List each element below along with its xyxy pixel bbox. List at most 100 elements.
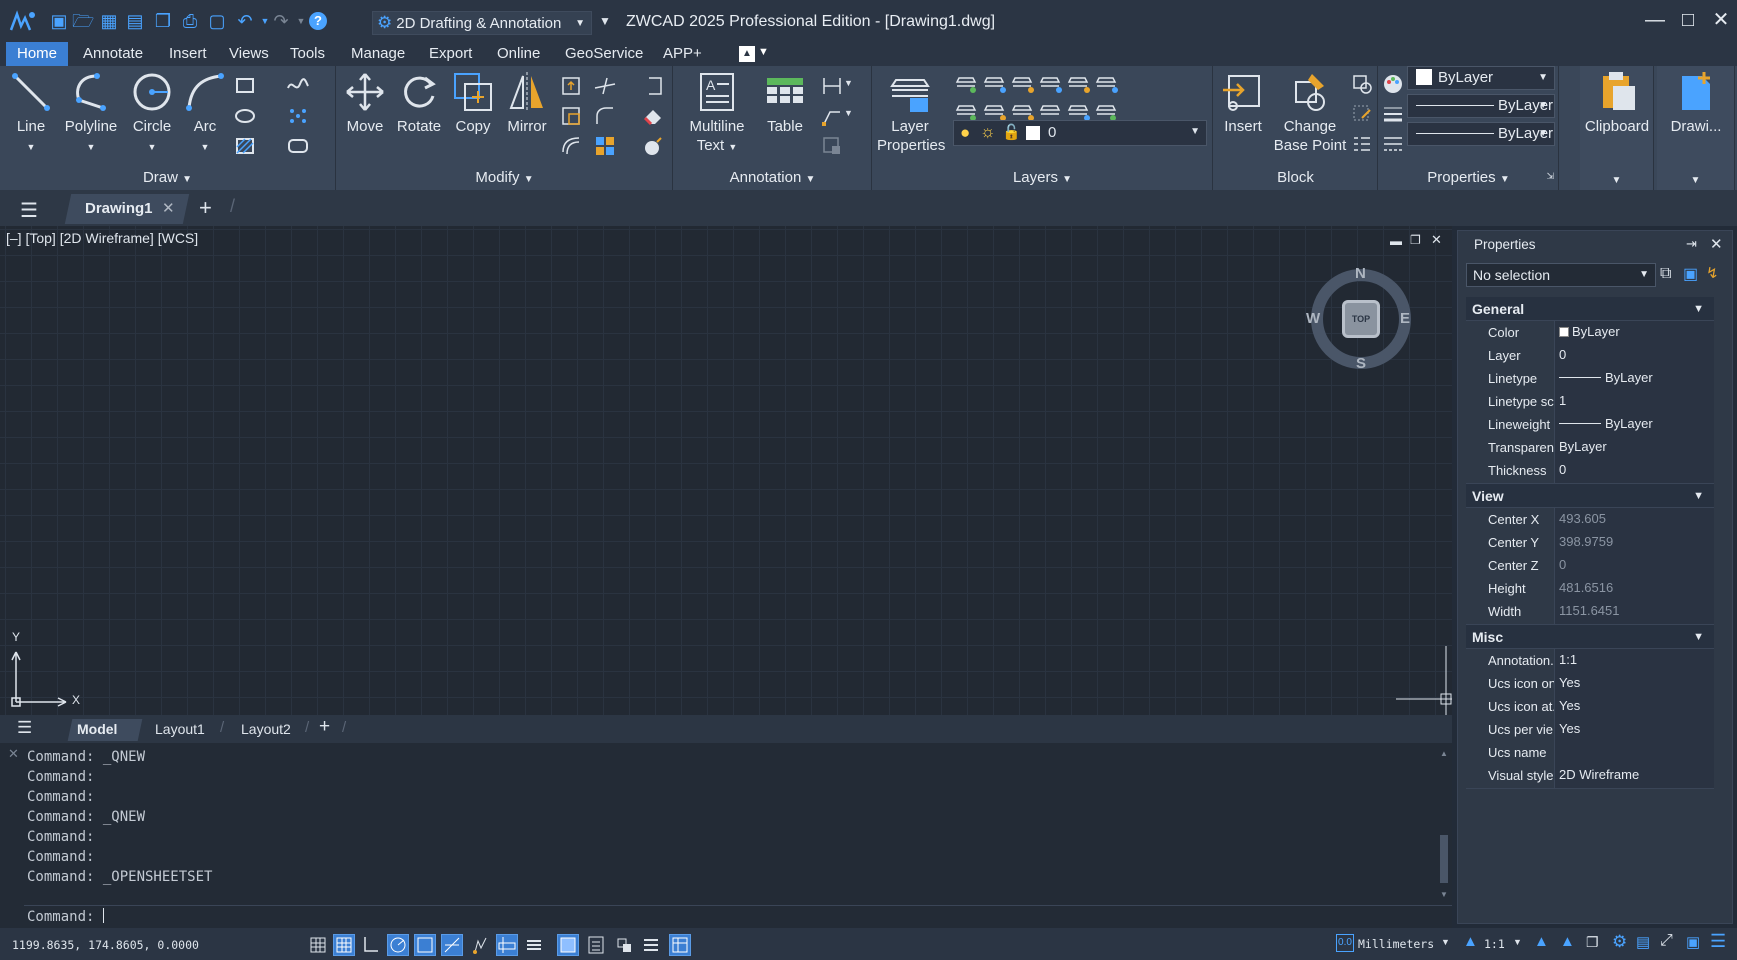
multiline-text-button[interactable]: A Multiline Text ▼	[682, 70, 752, 157]
select-objects-icon[interactable]: ▣	[1683, 264, 1698, 284]
selection-dropdown[interactable]: No selection ▼	[1466, 263, 1656, 287]
clean-screen-icon[interactable]: ⤢	[1660, 932, 1673, 950]
block-attributes-icon[interactable]	[1350, 132, 1374, 156]
mirror-button[interactable]: Mirror	[501, 70, 553, 136]
quick-properties-toggle-icon[interactable]	[585, 934, 607, 956]
open-folder-icon[interactable]: 🗁	[72, 10, 94, 32]
hatch-icon[interactable]	[234, 134, 258, 158]
prop-row-layer[interactable]: Layer 0	[1466, 344, 1714, 369]
prop-value[interactable]: Yes	[1554, 718, 1714, 742]
section-view[interactable]: View ▼	[1466, 484, 1714, 508]
compass-east[interactable]: E	[1400, 310, 1410, 327]
properties-panel-title[interactable]: Properties ▼	[1379, 169, 1558, 186]
save-icon[interactable]: ▦	[98, 10, 120, 32]
modify-panel-title[interactable]: Modify ▼	[337, 169, 672, 186]
prop-row-ucs-name[interactable]: Ucs name	[1466, 741, 1714, 766]
prop-row-color[interactable]: Color ByLayer	[1466, 321, 1714, 346]
drawing-utilities-dropdown-icon[interactable]: ▼	[1657, 175, 1734, 186]
prop-row-linetype[interactable]: Linetype ByLayer	[1466, 367, 1714, 392]
lineweight-icon[interactable]	[1381, 102, 1405, 126]
menu-icon[interactable]: ☰	[20, 198, 38, 223]
prop-value[interactable]: 0	[1554, 344, 1714, 368]
lineweight-toggle-icon[interactable]	[523, 934, 545, 956]
prop-row-annotation-scale[interactable]: Annotation... 1:1	[1466, 649, 1714, 674]
trim-icon[interactable]	[593, 74, 617, 98]
viewport-restore-icon[interactable]: ❐	[1410, 233, 1421, 247]
clipboard-dropdown-icon[interactable]: ▼	[1580, 175, 1653, 186]
linetype-combo[interactable]: ByLayer ▼	[1407, 94, 1555, 118]
arc-button[interactable]: Arc ▼	[182, 70, 228, 157]
tab-layout2[interactable]: Layout2	[241, 721, 291, 737]
tab-geoservice[interactable]: GeoService	[554, 42, 654, 66]
align-icon[interactable]	[641, 74, 665, 98]
redo-icon[interactable]: ↷	[270, 10, 292, 32]
explode-icon[interactable]	[641, 134, 665, 158]
quick-select-icon[interactable]: ↯	[1706, 264, 1719, 282]
tab-online[interactable]: Online	[486, 42, 551, 66]
polar-toggle-icon[interactable]	[387, 934, 409, 956]
table-button[interactable]: Table	[760, 70, 810, 136]
print-icon[interactable]: ⎙	[179, 10, 201, 32]
layer-properties-button[interactable]: Layer Properties	[877, 70, 945, 155]
workspace-selector[interactable]: ⚙ 2D Drafting & Annotation ▼	[372, 11, 592, 35]
prop-value[interactable]: 1:1	[1554, 649, 1714, 673]
tab-export[interactable]: Export	[418, 42, 483, 66]
tab-home[interactable]: Home	[6, 42, 69, 66]
draw-panel-title[interactable]: Draw ▼	[0, 169, 335, 186]
unlock-icon[interactable]: 🔓	[1002, 123, 1021, 141]
layout-menu-icon[interactable]: ☰	[17, 718, 32, 738]
prop-row-center-x[interactable]: Center X 493.605	[1466, 508, 1714, 533]
prop-row-linetype-scale[interactable]: Linetype sc...1	[1466, 390, 1714, 415]
compass-north[interactable]: N	[1355, 265, 1366, 282]
prop-row-center-z[interactable]: Center Z0	[1466, 554, 1714, 579]
panel-launcher-icon[interactable]: ⇲	[1546, 171, 1554, 182]
prop-value[interactable]: ByLayer	[1554, 321, 1714, 345]
object-track-toggle-icon[interactable]	[441, 934, 463, 956]
leader-icon[interactable]	[820, 104, 844, 128]
ellipse-icon[interactable]	[234, 104, 258, 128]
add-layout-plus-icon[interactable]: +	[319, 716, 330, 738]
circle-button[interactable]: Circle ▼	[128, 70, 176, 157]
close-tab-icon[interactable]: ✕	[162, 199, 175, 217]
document-tab-drawing1[interactable]: Drawing1	[85, 200, 153, 217]
drawing-canvas[interactable]: [–] [Top] [2D Wireframe] [WCS] ▬ ❐ ✕ TOP…	[0, 226, 1452, 715]
auto-scale-icon[interactable]: ▲	[1560, 933, 1575, 950]
compass-west[interactable]: W	[1306, 310, 1320, 327]
tab-tools[interactable]: Tools	[279, 42, 336, 66]
prop-row-visual-style[interactable]: Visual style 2D Wireframe	[1466, 764, 1714, 789]
prop-row-thickness[interactable]: Thickness 0	[1466, 459, 1714, 484]
settings-gear-icon[interactable]: ⚙	[1612, 932, 1627, 952]
tab-layout1[interactable]: Layout1	[155, 721, 205, 737]
ribbon-options-icon[interactable]: ▼	[758, 46, 769, 58]
clipboard-button[interactable]: Clipboard	[1584, 70, 1650, 136]
ribbon-minimize-icon[interactable]: ▲	[739, 46, 755, 62]
section-general[interactable]: General ▼	[1466, 297, 1714, 321]
units-icon[interactable]: 0.0	[1336, 934, 1354, 952]
tab-insert[interactable]: Insert	[158, 42, 218, 66]
viewport-close-icon[interactable]: ✕	[1431, 232, 1442, 248]
edit-block-icon[interactable]	[1350, 102, 1374, 126]
offset-icon[interactable]	[559, 134, 583, 158]
toggle-pickadd-icon[interactable]: ⧉	[1660, 265, 1671, 283]
undo-icon[interactable]: ↶	[234, 10, 256, 32]
prop-row-height[interactable]: Height 481.6516	[1466, 577, 1714, 602]
ortho-toggle-icon[interactable]	[359, 934, 381, 956]
tab-manage[interactable]: Manage	[340, 42, 416, 66]
spline-icon[interactable]	[286, 74, 310, 98]
viewcube[interactable]: TOP N S E W	[1306, 265, 1414, 372]
dimension-dropdown-icon[interactable]: ▼	[844, 78, 853, 88]
viewport-controls-label[interactable]: [–] [Top] [2D Wireframe] [WCS]	[6, 230, 198, 246]
eraser-icon[interactable]	[641, 104, 665, 128]
units-dropdown-icon[interactable]: ▼	[1441, 937, 1450, 947]
prop-row-center-y[interactable]: Center Y 398.9759	[1466, 531, 1714, 556]
print-preview-icon[interactable]: ▢	[206, 10, 228, 32]
object-snap-toggle-icon[interactable]	[414, 934, 436, 956]
dimension-style-icon[interactable]	[820, 134, 844, 158]
prop-value[interactable]: Yes	[1554, 672, 1714, 696]
annotation-monitor-toggle-icon[interactable]	[640, 934, 662, 956]
rectangle-icon[interactable]	[234, 74, 258, 98]
prop-value[interactable]: Yes	[1554, 695, 1714, 719]
move-button[interactable]: Move	[341, 70, 389, 136]
prop-row-width[interactable]: Width 1151.6451	[1466, 600, 1714, 625]
line-button[interactable]: Line ▼	[8, 70, 54, 157]
